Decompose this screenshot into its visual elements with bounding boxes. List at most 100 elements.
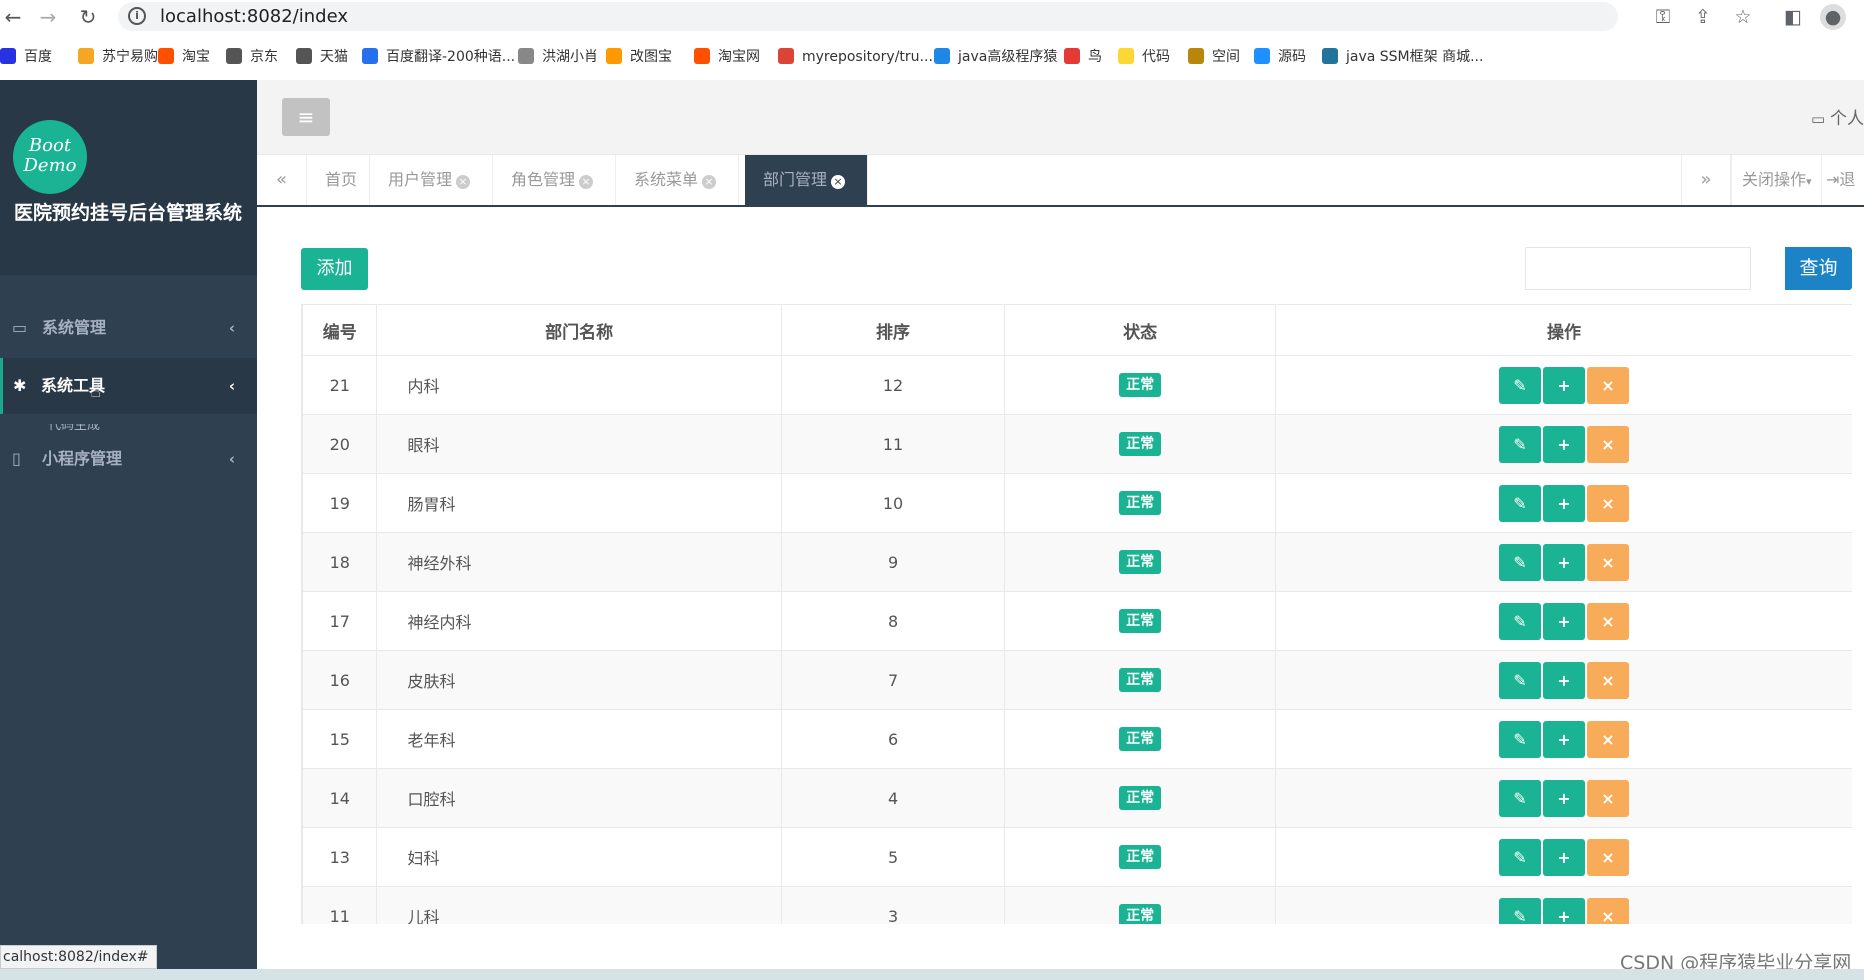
bookmark-item[interactable]: 京东 [226, 46, 278, 68]
tab-role-management[interactable]: 角色管理 × [493, 155, 616, 205]
url-bar[interactable]: i localhost:8082/index [118, 2, 1618, 31]
edit-button[interactable]: ✎ [1499, 661, 1541, 699]
edit-button[interactable]: ✎ [1499, 779, 1541, 817]
status-badge: 正常 [1119, 491, 1162, 515]
edit-button[interactable]: ✎ [1499, 897, 1541, 924]
cell-status: 正常 [1004, 768, 1277, 828]
add-child-button[interactable]: + [1543, 602, 1585, 640]
back-icon[interactable]: ← [0, 4, 26, 30]
close-icon: × [1601, 670, 1615, 690]
bookmark-item[interactable]: 改图宝 [606, 46, 672, 68]
bookmark-favicon-icon [1188, 48, 1204, 64]
close-icon[interactable]: × [702, 175, 717, 189]
bookmark-favicon-icon [0, 48, 16, 64]
cell-name: 神经内科 [376, 591, 782, 651]
logout-button[interactable]: ⇥退 [1821, 155, 1864, 205]
col-status-header[interactable]: 状态 [1004, 304, 1277, 356]
bookmark-item[interactable]: 代码 [1118, 46, 1170, 68]
delete-button[interactable]: × [1587, 543, 1629, 581]
edit-button[interactable]: ✎ [1499, 720, 1541, 758]
edit-button[interactable]: ✎ [1499, 425, 1541, 463]
reload-icon[interactable]: ↻ [75, 4, 101, 30]
bookmark-item[interactable]: 鸟 [1064, 46, 1102, 68]
close-icon[interactable]: × [579, 175, 594, 189]
edit-button[interactable]: ✎ [1499, 602, 1541, 640]
col-name-header[interactable]: 部门名称 [376, 304, 782, 356]
add-child-button[interactable]: + [1543, 366, 1585, 404]
bookmark-item[interactable]: 源码 [1254, 46, 1306, 68]
add-child-button[interactable]: + [1543, 484, 1585, 522]
info-icon[interactable]: i [128, 7, 146, 25]
delete-button[interactable]: × [1587, 366, 1629, 404]
menu-toggle-icon[interactable]: ≡ [282, 98, 330, 136]
add-child-button[interactable]: + [1543, 838, 1585, 876]
add-child-button[interactable]: + [1543, 543, 1585, 581]
sidebar-item-miniprogram[interactable]: ▯ 小程序管理 ‹ [0, 431, 257, 487]
tabs-scroll-left-icon[interactable]: « [257, 155, 307, 205]
bookmark-item[interactable]: 淘宝网 [694, 46, 760, 68]
sidepanel-icon[interactable]: ◧ [1780, 4, 1806, 30]
add-child-button[interactable]: + [1543, 661, 1585, 699]
personal-center[interactable]: ▭ 个人 [1811, 104, 1864, 129]
close-icon: × [1601, 611, 1615, 631]
bookmark-item[interactable]: 洪湖小肖 [518, 46, 598, 68]
tab-label: 用户管理 [388, 170, 453, 189]
bookmark-item[interactable]: 百度 [0, 46, 52, 68]
bookmark-item[interactable]: myrepository/tru... [778, 46, 933, 68]
plus-icon: + [1557, 552, 1571, 572]
delete-button[interactable]: × [1587, 602, 1629, 640]
cell-id: 20 [302, 414, 378, 474]
tab-dept-management[interactable]: 部门管理 × [745, 155, 868, 205]
delete-button[interactable]: × [1587, 838, 1629, 876]
bookmark-item[interactable]: 淘宝 [158, 46, 210, 68]
bookmark-item[interactable]: 天猫 [296, 46, 348, 68]
add-child-button[interactable]: + [1543, 425, 1585, 463]
search-input[interactable] [1525, 247, 1751, 290]
close-icon[interactable]: × [456, 175, 471, 189]
delete-button[interactable]: × [1587, 661, 1629, 699]
status-badge: 正常 [1119, 727, 1162, 751]
key-icon[interactable]: ⚿ [1650, 4, 1676, 30]
edit-icon: ✎ [1513, 611, 1527, 631]
edit-icon: ✎ [1513, 434, 1527, 454]
delete-button[interactable]: × [1587, 425, 1629, 463]
bookmark-item[interactable]: java SSM框架 商城... [1322, 46, 1483, 68]
bookmark-item[interactable]: java高级程序猿 [934, 46, 1057, 68]
sidebar-item-system-tools[interactable]: ✱ 系统工具 ‹ [0, 358, 257, 414]
edit-button[interactable]: ✎ [1499, 484, 1541, 522]
edit-button[interactable]: ✎ [1499, 543, 1541, 581]
table-row: 18 神经外科 9 正常 ✎ + × [302, 532, 1852, 592]
add-button[interactable]: 添加 [301, 248, 368, 290]
add-child-button[interactable]: + [1543, 897, 1585, 924]
star-icon[interactable]: ☆ [1730, 4, 1756, 30]
tab-user-management[interactable]: 用户管理 × [370, 155, 493, 205]
system-title: 医院预约挂号后台管理系统 [14, 202, 243, 224]
forward-icon[interactable]: → [35, 4, 61, 30]
col-id-header[interactable]: 编号 [302, 304, 378, 356]
cell-actions: ✎ + × [1275, 355, 1852, 415]
delete-button[interactable]: × [1587, 484, 1629, 522]
close-ops-dropdown[interactable]: 关闭操作▾ [1731, 155, 1821, 205]
tabs-scroll-right-icon[interactable]: » [1681, 155, 1731, 205]
cell-actions: ✎ + × [1275, 473, 1852, 533]
search-button[interactable]: 查询 [1785, 247, 1852, 290]
bookmark-item[interactable]: 苏宁易购 [78, 46, 158, 68]
bookmark-item[interactable]: 空间 [1188, 46, 1240, 68]
delete-button[interactable]: × [1587, 779, 1629, 817]
tab-home[interactable]: 首页 [307, 155, 370, 205]
edit-button[interactable]: ✎ [1499, 838, 1541, 876]
share-icon[interactable]: ⇪ [1690, 4, 1716, 30]
tab-system-menu[interactable]: 系统菜单 × [616, 155, 739, 205]
delete-button[interactable]: × [1587, 720, 1629, 758]
cell-order: 6 [780, 709, 1006, 769]
bookmark-item[interactable]: 百度翻译-200种语... [362, 46, 515, 68]
sidebar-item-system-management[interactable]: ▭ 系统管理 ‹ [0, 300, 257, 356]
edit-button[interactable]: ✎ [1499, 366, 1541, 404]
delete-button[interactable]: × [1587, 897, 1629, 924]
add-child-button[interactable]: + [1543, 720, 1585, 758]
add-child-button[interactable]: + [1543, 779, 1585, 817]
profile-icon[interactable]: ● [1820, 4, 1846, 30]
close-icon[interactable]: × [831, 175, 846, 189]
bookmark-label: 空间 [1212, 49, 1240, 65]
col-order-header[interactable]: 排序 [780, 304, 1006, 356]
